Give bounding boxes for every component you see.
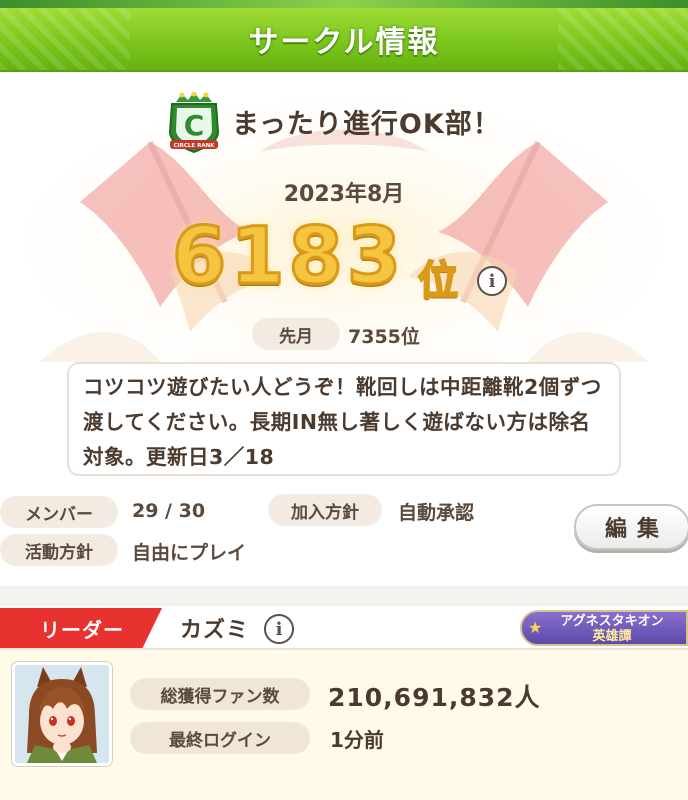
circle-comment: コツコツ遊びたい人どうぞ！靴回しは中距離靴2個ずつ渡してください。長期IN無し著… xyxy=(67,362,621,476)
last-month-value: 7355位 xyxy=(348,326,420,348)
circle-rank-badge-icon: C CIRCLE RANK xyxy=(168,92,220,154)
leader-name: カズミ xyxy=(180,618,250,643)
title-star-icon: ★ xyxy=(528,618,543,637)
circle-name: まったり進行OK部！ xyxy=(232,109,501,140)
title-line-2: 英雄譚 xyxy=(592,629,632,644)
rank-value: 6183 xyxy=(170,211,406,304)
rank-info-icon[interactable]: i xyxy=(477,266,507,296)
members-label: メンバー xyxy=(0,496,118,528)
top-strip xyxy=(0,0,688,8)
leader-tag: リーダー xyxy=(0,608,162,648)
join-policy-label: 加入方針 xyxy=(268,494,382,526)
total-fans-value: 210,691,832人 xyxy=(328,683,541,712)
activity-policy-label: 活動方針 xyxy=(0,534,118,566)
leader-title-badge[interactable]: ★ アグネスタキオン 英雄譚 xyxy=(520,610,688,646)
last-login-label: 最終ログイン xyxy=(130,722,310,754)
page-title: サークル情報 xyxy=(248,25,440,60)
last-login-value: 1分前 xyxy=(330,728,384,752)
total-fans-label: 総獲得ファン数 xyxy=(130,678,310,710)
edit-button[interactable]: 編集 xyxy=(574,504,688,550)
members-value: 29 / 30 xyxy=(132,500,206,522)
join-policy-value: 自動承認 xyxy=(398,502,475,524)
title-line-1: アグネスタキオン xyxy=(560,614,664,629)
rank-suffix: 位 xyxy=(417,257,459,305)
header-bar: サークル情報 xyxy=(0,8,688,72)
avatar-portrait-icon xyxy=(15,665,109,763)
trainer-avatar[interactable] xyxy=(11,661,113,767)
activity-policy-value: 自由にプレイ xyxy=(132,542,247,564)
section-divider xyxy=(0,586,688,606)
rank-letter: C xyxy=(184,109,205,142)
rank-badge-text: CIRCLE RANK xyxy=(174,143,216,149)
last-month-label: 先月 xyxy=(252,318,340,350)
leader-info-icon[interactable]: i xyxy=(264,614,294,644)
rank-date: 2023年8月 xyxy=(283,182,405,207)
